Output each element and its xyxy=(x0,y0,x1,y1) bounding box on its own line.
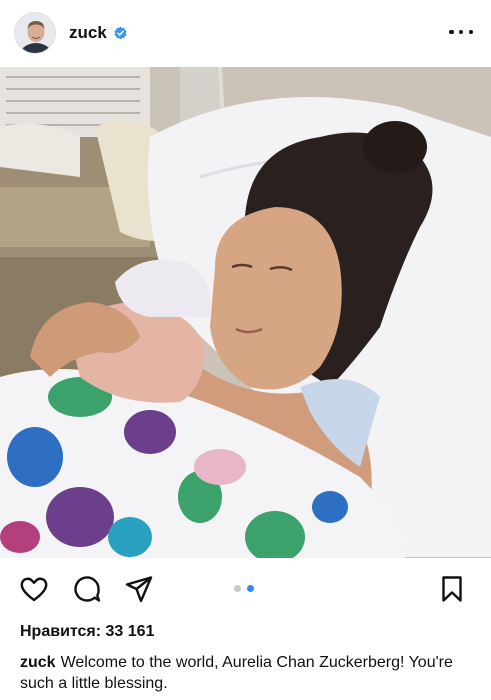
post-username[interactable]: zuck xyxy=(69,23,107,43)
post-caption: zuck Welcome to the world, Aurelia Chan Z… xyxy=(20,652,480,694)
post-header: zuck xyxy=(0,0,491,66)
likes-count[interactable]: Нравится: 33 161 xyxy=(20,623,154,641)
caption-text: Welcome to the world, Aurelia Chan Zucke… xyxy=(20,654,453,692)
username-wrap: zuck xyxy=(69,23,128,43)
carousel-dot xyxy=(234,585,241,592)
more-options-icon[interactable] xyxy=(449,22,473,42)
avatar-image xyxy=(15,13,55,53)
verified-badge-icon xyxy=(114,26,127,39)
post-photo-illustration xyxy=(0,67,491,558)
caption-username[interactable]: zuck xyxy=(20,654,56,671)
post-actions xyxy=(0,566,491,610)
bookmark-icon[interactable] xyxy=(437,574,467,604)
carousel-dot-active xyxy=(247,585,254,592)
paper-plane-icon[interactable] xyxy=(124,574,154,604)
carousel-indicator xyxy=(234,585,254,592)
heart-icon[interactable] xyxy=(19,574,49,604)
post-photo[interactable] xyxy=(0,67,491,558)
comment-icon[interactable] xyxy=(72,574,102,604)
avatar[interactable] xyxy=(14,12,56,54)
